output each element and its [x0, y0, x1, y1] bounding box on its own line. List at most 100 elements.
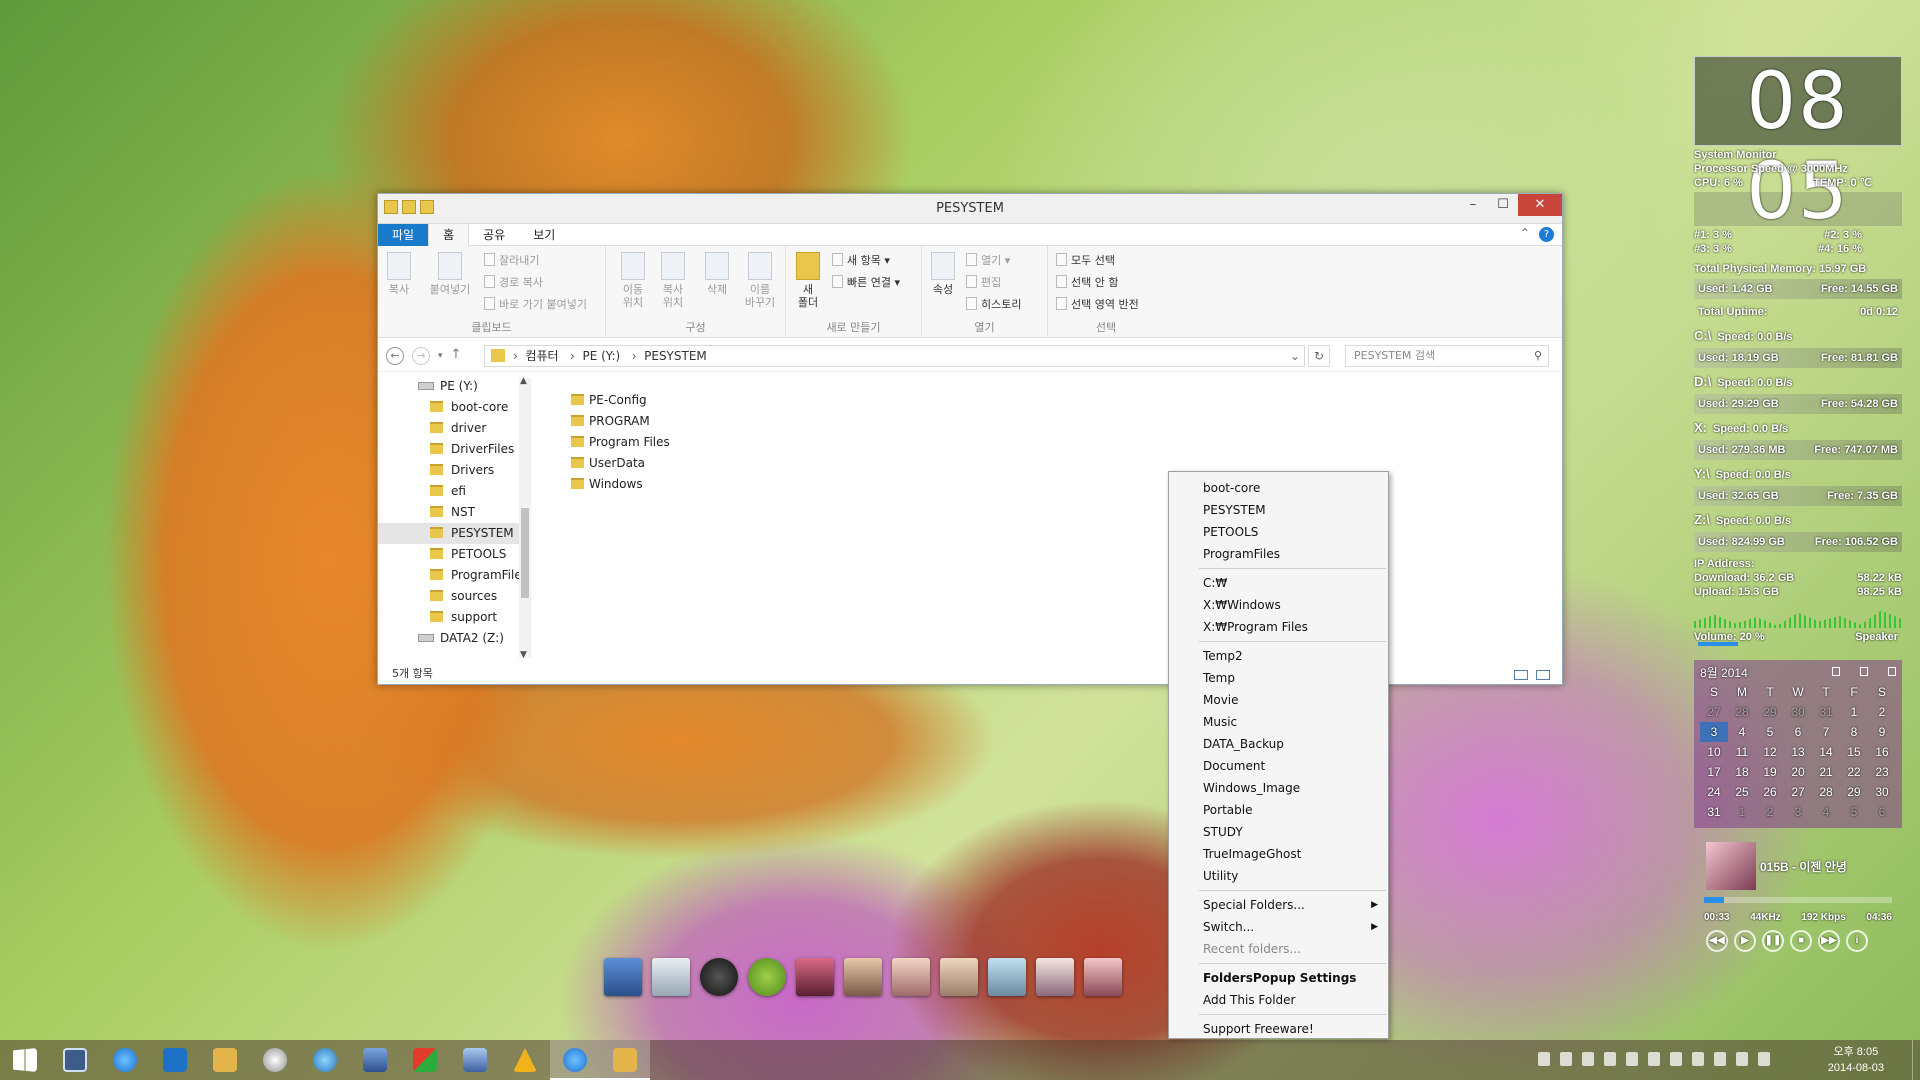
settings-item[interactable]: FoldersPopup Settings [1169, 967, 1388, 989]
calendar-day[interactable]: 7 [1812, 722, 1840, 742]
taskbar-app[interactable] [350, 1040, 400, 1080]
close-button[interactable]: ✕ [1518, 194, 1562, 216]
prev-month-icon[interactable] [1832, 667, 1840, 676]
calendar-day[interactable]: 2 [1756, 802, 1784, 822]
calendar-day[interactable]: 25 [1728, 782, 1756, 802]
volume-gadget[interactable]: Volume: 20 % Speaker [1694, 630, 1902, 646]
menu-item[interactable]: Temp [1169, 667, 1388, 689]
calendar-day[interactable]: 30 [1868, 782, 1896, 802]
breadcrumb-folder[interactable]: PESYSTEM [644, 349, 707, 363]
network-icon[interactable] [1714, 1052, 1726, 1066]
calendar-day[interactable]: 6 [1868, 802, 1896, 822]
calendar-day[interactable]: 19 [1756, 762, 1784, 782]
avatar-icon[interactable] [940, 958, 978, 996]
switch-item[interactable]: Switch... ▶ [1169, 916, 1388, 938]
taskbar-app[interactable] [300, 1040, 350, 1080]
calendar-day[interactable]: 5 [1840, 802, 1868, 822]
volume-icon[interactable] [1736, 1052, 1748, 1066]
menu-item[interactable]: X:₩Program Files [1169, 616, 1388, 638]
calendar-day[interactable]: 3 [1700, 722, 1728, 742]
calendar-day[interactable]: 5 [1756, 722, 1784, 742]
menu-item[interactable]: Temp2 [1169, 645, 1388, 667]
avatar-icon[interactable] [1036, 958, 1074, 996]
tray-app-icon[interactable] [1538, 1052, 1550, 1066]
special-folders-item[interactable]: Special Folders... ▶ [1169, 894, 1388, 916]
help-icon[interactable]: ? [1539, 227, 1554, 242]
forward-icon[interactable]: ▶▶ [1818, 930, 1840, 952]
calendar-day[interactable]: 28 [1812, 782, 1840, 802]
menu-item[interactable]: PETOOLS [1169, 521, 1388, 543]
tree-item-petools[interactable]: PETOOLS [378, 544, 528, 565]
today-icon[interactable] [1860, 667, 1868, 676]
paste-button[interactable]: 붙여넣기 [424, 252, 476, 296]
ime-icon[interactable] [1758, 1052, 1770, 1066]
menu-item[interactable]: TrueImageGhost [1169, 843, 1388, 865]
menu-item[interactable]: DATA_Backup [1169, 733, 1388, 755]
list-item[interactable]: PROGRAM [571, 411, 670, 432]
cut-button[interactable]: 잘라내기 [484, 252, 539, 268]
taskbar-app[interactable] [500, 1040, 550, 1080]
calendar-day[interactable]: 28 [1728, 702, 1756, 722]
calendar-day[interactable]: 1 [1840, 702, 1868, 722]
chevron-down-icon[interactable]: ⌄ [1290, 346, 1300, 366]
menu-item[interactable]: Utility [1169, 865, 1388, 887]
menu-item[interactable]: ProgramFiles [1169, 543, 1388, 565]
tree-item-drivers[interactable]: Drivers [378, 460, 528, 481]
start-button[interactable] [0, 1040, 50, 1080]
address-bar[interactable]: › 컴퓨터 › PE (Y:) › PESYSTEM ⌄ [484, 345, 1305, 367]
rewind-icon[interactable]: ◀◀ [1706, 930, 1728, 952]
tray-app-icon[interactable] [1604, 1052, 1616, 1066]
tree-item-pe-y[interactable]: PE (Y:) [378, 376, 528, 397]
menu-item[interactable]: Music [1169, 711, 1388, 733]
computer-icon[interactable] [604, 958, 642, 996]
tree-item-programfiles[interactable]: ProgramFiles [378, 565, 528, 586]
avatar-icon[interactable] [892, 958, 930, 996]
calendar-day[interactable]: 15 [1840, 742, 1868, 762]
tray-app-icon[interactable] [1670, 1052, 1682, 1066]
menu-item[interactable]: C:₩ [1169, 572, 1388, 594]
tray-app-icon[interactable] [1560, 1052, 1572, 1066]
calendar-day[interactable]: 13 [1784, 742, 1812, 762]
paste-shortcut-button[interactable]: 바로 가기 붙여넣기 [484, 296, 587, 312]
tree-item-driver[interactable]: driver [378, 418, 528, 439]
breadcrumb-computer[interactable]: 컴퓨터 [525, 349, 558, 363]
calendar-day[interactable]: 14 [1812, 742, 1840, 762]
calendar-day[interactable]: 29 [1756, 702, 1784, 722]
taskbar-app[interactable] [250, 1040, 300, 1080]
avatar-icon[interactable] [988, 958, 1026, 996]
tab-view[interactable]: 보기 [519, 224, 569, 246]
recycle-bin-icon[interactable] [652, 958, 690, 996]
up-button[interactable]: ↑ [451, 347, 462, 365]
menu-item[interactable]: Document [1169, 755, 1388, 777]
calendar-day[interactable]: 27 [1700, 702, 1728, 722]
calendar-day[interactable]: 23 [1868, 762, 1896, 782]
new-item-button[interactable]: 새 항목 ▾ [832, 252, 890, 268]
calendar-day[interactable]: 8 [1840, 722, 1868, 742]
tree-item-pesystem[interactable]: PESYSTEM [378, 523, 528, 544]
menu-item[interactable]: X:₩Windows [1169, 594, 1388, 616]
show-desktop-button[interactable] [1912, 1040, 1920, 1080]
tab-share[interactable]: 공유 [469, 224, 519, 246]
move-to-button[interactable]: 이동 위치 [616, 252, 650, 309]
volume-bar[interactable] [1698, 642, 1738, 646]
list-item[interactable]: Windows [571, 474, 670, 495]
calendar-day[interactable]: 26 [1756, 782, 1784, 802]
calendar-day[interactable]: 2 [1868, 702, 1896, 722]
tree-item-nst[interactable]: NST [378, 502, 528, 523]
invert-selection-button[interactable]: 선택 영역 반전 [1056, 296, 1139, 312]
calendar-day[interactable]: 4 [1812, 802, 1840, 822]
pause-icon[interactable]: ❚❚ [1762, 930, 1784, 952]
breadcrumb-drive[interactable]: PE (Y:) [582, 349, 620, 363]
taskbar-explorer-active[interactable] [600, 1040, 650, 1080]
tree-item-driverfiles[interactable]: DriverFiles [378, 439, 528, 460]
calendar-day[interactable]: 11 [1728, 742, 1756, 762]
menu-item[interactable]: PESYSTEM [1169, 499, 1388, 521]
scroll-down-icon[interactable]: ▼ [520, 650, 527, 660]
copy-button[interactable]: 복사 [386, 252, 412, 296]
title-bar[interactable]: PESYSTEM – ☐ ✕ [378, 194, 1562, 224]
tree-item-sources[interactable]: sources [378, 586, 528, 607]
calendar-day[interactable]: 21 [1812, 762, 1840, 782]
calendar-day[interactable]: 10 [1700, 742, 1728, 762]
taskbar-app[interactable] [550, 1040, 600, 1080]
avatar-icon[interactable] [796, 958, 834, 996]
